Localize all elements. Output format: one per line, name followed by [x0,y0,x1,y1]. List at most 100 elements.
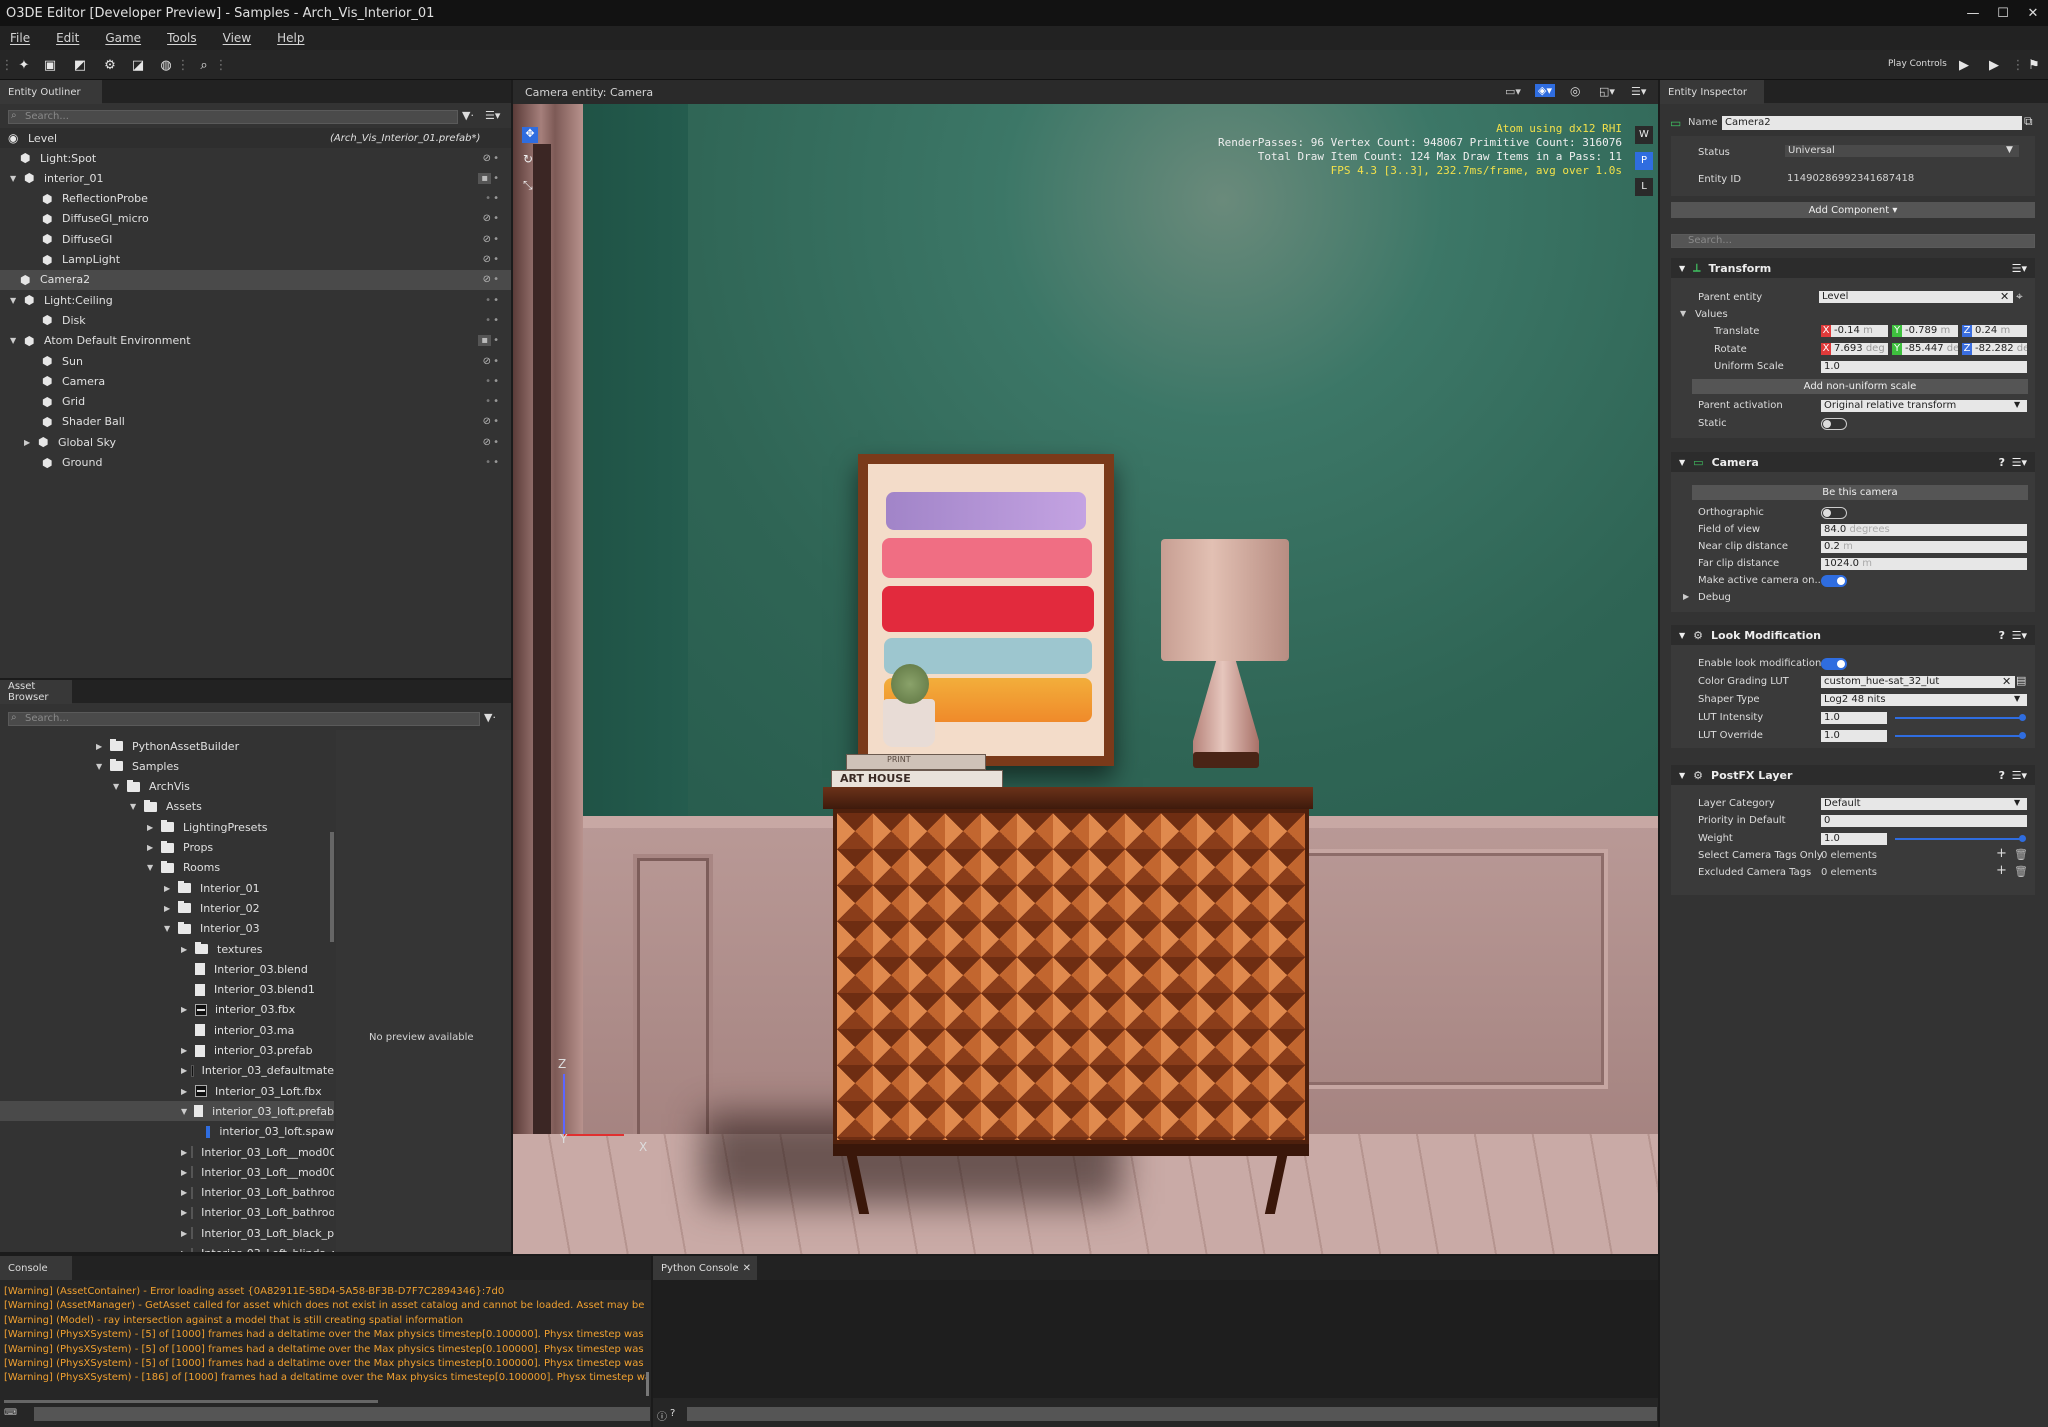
visibility-toggle-icon[interactable]: ⊘ [483,213,491,224]
outliner-item[interactable]: ⬢ Grid • • [0,392,511,412]
viewport-menu-icon[interactable]: ☰▾ [1631,85,1646,98]
menu-view[interactable]: View [223,31,251,45]
add-icon[interactable]: + [1996,846,2007,861]
lock-toggle-icon[interactable]: • [493,437,499,448]
python-input[interactable] [687,1407,1657,1421]
collapse-icon[interactable]: ▼ [113,782,123,791]
visibility-toggle-icon[interactable]: • [485,396,491,407]
search-icon[interactable]: ⌕ [194,56,214,74]
filter-icon[interactable]: ▼· [462,109,474,122]
asset-item[interactable]: ▼ ArchVis [0,777,334,797]
rotate-tool-icon[interactable]: ↻ [523,152,533,166]
asset-item[interactable]: ▼ Samples [0,756,334,776]
console-input[interactable] [34,1407,650,1421]
folder-icon[interactable]: ▤ [2016,674,2026,687]
pin-icon[interactable]: ⧉ [2024,114,2033,129]
component-menu-icon[interactable]: ☰▾ [2012,769,2027,782]
transform-header[interactable]: ▼ ⟂ Transform ☰▾ [1671,258,2035,278]
help-circle-icon[interactable]: ? [670,1408,675,1419]
help-icon[interactable]: ? [1999,629,2005,642]
outliner-item[interactable]: ⬢ Disk • • [0,310,511,330]
game-mode-icon[interactable]: ✦ [14,56,34,74]
play-icon[interactable]: ▶ [1954,56,1974,74]
landscape-icon[interactable]: ◪ [128,56,148,74]
outliner-item[interactable]: ⬢ Shader Ball ⊘ • [0,412,511,432]
visibility-toggle-icon[interactable]: • [485,376,491,387]
lock-toggle-icon[interactable]: • [493,416,499,427]
visibility-icon[interactable]: ◎ [1570,84,1580,98]
uniform-scale-field[interactable]: 1.0 [1821,361,2027,373]
tab-entity-inspector[interactable]: Entity Inspector [1660,80,1764,104]
lock-toggle-icon[interactable]: • [493,153,499,164]
asset-item[interactable]: interior_03.ma [0,1020,334,1040]
maximize-button[interactable]: ☐ [1988,0,2018,26]
rotate-x-field[interactable]: X 7.693 deg [1821,343,1888,355]
helpers-icon[interactable]: ◈▾ [1535,84,1555,97]
asset-item[interactable]: ▼ Rooms [0,858,334,878]
visibility-toggle-icon[interactable]: • [485,457,491,468]
move-tool-icon[interactable]: ✥ [522,127,538,143]
tab-entity-outliner[interactable]: Entity Outliner [0,80,102,104]
asset-item[interactable]: ▶ Interior_01 [0,878,334,898]
values-collapse-icon[interactable]: ▼ [1680,309,1686,318]
look-modification-header[interactable]: ▼ ⚙ Look Modification ? ☰▾ [1671,625,2035,645]
script-canvas-icon[interactable]: ⚙ [100,56,120,74]
asset-item[interactable]: ▶ Interior_03_Loft__mod00 [0,1162,334,1182]
collapse-icon[interactable]: ▼ [164,924,174,933]
collapse-icon[interactable]: ▼ [10,336,20,345]
filter-icon[interactable]: ▼· [484,711,496,724]
fov-field[interactable]: 84.0 degrees [1821,524,2027,536]
expand-icon[interactable]: ▶ [164,904,174,913]
asset-item[interactable]: ▶ Interior_03_Loft_black_pl [0,1223,334,1243]
outliner-item[interactable]: ⬢ Camera2 ⊘ • [0,269,511,290]
visibility-toggle-icon[interactable]: ⊘ [483,254,491,265]
asset-item[interactable]: ▼ interior_03_loft.prefab [0,1101,334,1122]
visibility-toggle-icon[interactable]: ▪ [478,335,491,347]
asset-item[interactable]: ▶ Interior_03_Loft_blinds_g [0,1244,334,1252]
lock-toggle-icon[interactable]: • [493,173,499,184]
collapse-icon[interactable]: ▼ [96,762,106,771]
expand-icon[interactable]: ▶ [147,823,157,832]
close-button[interactable]: ✕ [2018,0,2048,26]
lut-intensity-slider[interactable] [1895,714,2026,721]
visibility-toggle-icon[interactable]: ⊘ [483,234,491,245]
lock-toggle-icon[interactable]: • [493,274,499,285]
lock-toggle-icon[interactable]: • [493,335,499,346]
outliner-item[interactable]: ⬢ DiffuseGI ⊘ • [0,229,511,249]
status-select[interactable]: Universal [1785,145,2019,157]
level-row[interactable]: ◉ Level (Arch_Vis_Interior_01.prefab*) [0,128,511,148]
asset-item[interactable]: ▶ Props [0,838,334,858]
visibility-toggle-icon[interactable]: • [485,315,491,326]
menu-game[interactable]: Game [105,31,141,45]
asset-item[interactable]: Interior_03.blend1 [0,980,334,1000]
lock-toggle-icon[interactable]: • [493,396,499,407]
rotate-z-field[interactable]: Z -82.282 de [1962,343,2027,355]
asset-item[interactable]: ▶ PythonAssetBuilder [0,736,334,756]
expand-icon[interactable]: ▶ [181,1208,187,1217]
expand-icon[interactable]: ▶ [96,742,106,751]
expand-icon[interactable]: ▶ [181,1066,187,1075]
weight-field[interactable]: 1.0 [1821,833,1887,845]
near-clip-field[interactable]: 0.2 m [1821,541,2027,553]
outliner-item[interactable]: ▼ ⬢ Atom Default Environment ▪ • [0,331,511,351]
collapse-icon[interactable]: ▼ [130,802,140,811]
expand-icon[interactable]: ▶ [147,843,157,852]
asset-tree-scrollbar[interactable] [330,832,334,942]
asset-search-input[interactable]: Search... [8,712,480,726]
world-space-button[interactable]: W [1635,126,1653,144]
parent-space-button[interactable]: P [1635,152,1653,170]
outliner-item[interactable]: ▼ ⬢ Light:Ceiling • • [0,290,511,310]
lut-field[interactable]: custom_hue-sat_32_lut [1821,676,2015,688]
translate-y-field[interactable]: Y -0.789 m [1892,325,1958,337]
asset-item[interactable]: ▶ Interior_03_Loft_bathroo [0,1203,334,1223]
postfx-header[interactable]: ▼ ⚙ PostFX Layer ? ☰▾ [1671,765,2035,785]
save-icon[interactable]: ▣ [40,56,60,74]
component-menu-icon[interactable]: ☰▾ [2012,456,2027,469]
expand-icon[interactable]: ▶ [181,945,191,954]
scene-render[interactable]: PRINT ART HOUSE Atom using dx12 RHI Rend… [513,104,1658,1254]
expand-icon[interactable]: ▶ [181,1249,187,1252]
translate-x-field[interactable]: X -0.14 m [1821,325,1888,337]
asset-item[interactable]: ▶ Interior_03_Loft__mod00 [0,1142,334,1162]
expand-icon[interactable]: ▶ [164,884,174,893]
asset-item[interactable]: ▶ Interior_03_Loft_bathroo [0,1183,334,1203]
